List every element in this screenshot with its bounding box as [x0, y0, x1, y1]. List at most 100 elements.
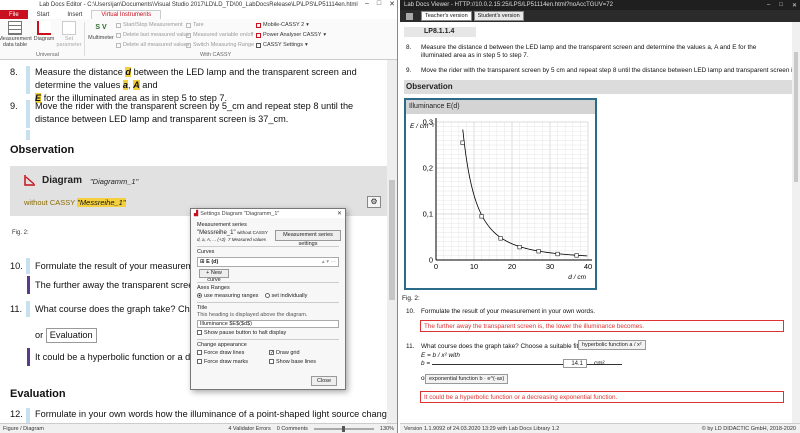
step-9: 9. Move the rider with the transparent s…	[0, 100, 387, 128]
measurement-data-table-button[interactable]: Measurement data table	[0, 21, 32, 48]
hyperbolic-fit-button[interactable]: hyperbolic function a / x²	[578, 340, 646, 350]
cassy-icon	[256, 32, 261, 38]
x-tick-label: 20	[508, 262, 516, 271]
status-breadcrumb: Figure / Diagram	[3, 425, 44, 432]
expand-icon[interactable]: ⊞	[200, 259, 205, 265]
minimize-icon[interactable]: –	[365, 0, 369, 8]
diagram-settings-button[interactable]: ⚙	[367, 196, 381, 208]
step-11-answer-box[interactable]: It could be a hyperbolic function or a d…	[420, 391, 784, 403]
change-appearance-label: Change appearance	[197, 342, 247, 348]
curve-list-item[interactable]: ⊞ E (d) ▴ ▾ ⋯	[197, 257, 339, 267]
x-axis-label: d / cm	[568, 274, 586, 281]
show-pause-checkbox[interactable]: Show pause button to halt display	[197, 330, 339, 336]
paragraph-bar	[26, 130, 30, 140]
close-icon[interactable]: ✕	[337, 210, 342, 217]
data-point	[574, 253, 579, 258]
exponential-fit-button[interactable]: exponential function b · e^(-ax)	[425, 374, 509, 384]
chevron-down-icon: ▾	[323, 32, 327, 38]
multimeter-button[interactable]: S V Multimeter	[88, 21, 114, 41]
mobile-cassy-dropdown[interactable]: Mobile-CASSY 2 ▾	[256, 22, 309, 28]
paragraph-bar	[26, 408, 30, 423]
delete-all-values[interactable]: Delete all measured values	[116, 42, 189, 48]
teacher-version-tab[interactable]: Teacher's version	[421, 11, 472, 21]
zoom-slider[interactable]	[313, 425, 374, 432]
zoom-knob[interactable]	[341, 425, 345, 432]
home-icon[interactable]	[406, 12, 413, 20]
step-12-text[interactable]: Formulate in your own words how the illu…	[35, 408, 387, 421]
measurement-series-settings-button[interactable]: Measurement series settings	[275, 230, 341, 247]
power-analyser-dropdown[interactable]: Power Analyser CASSY ▾	[256, 32, 326, 38]
tab-insert[interactable]: Insert	[58, 10, 91, 19]
set-parameter-button[interactable]: Set parameter	[56, 21, 82, 48]
data-point	[460, 140, 465, 145]
new-curve-button[interactable]: + New curve	[199, 269, 229, 283]
diagram-icon	[37, 21, 51, 35]
diagram-icon	[24, 175, 35, 186]
minimize-icon[interactable]: –	[767, 2, 770, 9]
scroll-thumb[interactable]	[794, 52, 798, 182]
b-value-field[interactable]: 14.1	[563, 359, 587, 368]
switch-range-button[interactable]: Switch Measuring Range	[186, 42, 254, 48]
close-button[interactable]: Close	[311, 376, 337, 386]
start-stop-measurement[interactable]: Start/Stop Measurement	[116, 22, 183, 28]
illuminance-chart[interactable]: Illuminance E(d) 0 10 20 30 40 0 0,1 0,2 0,3 E / …	[404, 98, 597, 290]
maximize-icon[interactable]: □	[779, 2, 783, 9]
step-9-text[interactable]: Move the rider with the transparent scre…	[35, 100, 383, 126]
data-point	[555, 251, 560, 257]
curve-move-controls[interactable]: ▴ ▾ ⋯	[322, 258, 336, 267]
diagram-button[interactable]: Diagram	[33, 21, 55, 42]
draw-grid-checkbox[interactable]: Draw grid	[269, 350, 339, 356]
title-input[interactable]: Illuminance $E$($d$)	[197, 320, 339, 328]
validator-errors[interactable]: 4 Validator Errors	[228, 426, 270, 432]
measured-variable-toggle[interactable]: Measured variable on/off	[186, 32, 253, 38]
figure-caption[interactable]: Fig. 2:	[12, 230, 29, 236]
step-10-answer-box[interactable]: The further away the transparent screen …	[420, 320, 784, 332]
chart-plot[interactable]: 0 10 20 30 4000,10,20,3E / cm⁻²d / cm	[406, 114, 595, 288]
y-tick-label: 0,2	[423, 164, 433, 173]
tab-file[interactable]: File	[0, 10, 28, 19]
set-individually-radio[interactable]: set individually	[264, 293, 307, 299]
editor-statusbar: Figure / Diagram 4 Validator Errors 0 Co…	[0, 423, 397, 433]
clock-icon	[116, 22, 121, 28]
cassy-settings-dropdown[interactable]: CASSY Settings ▾	[256, 42, 308, 48]
chart-title: Illuminance E(d)	[406, 100, 595, 114]
paragraph-bar	[26, 301, 30, 317]
window-controls: – □ ✕	[365, 0, 395, 8]
viewer-observation-heading: Observation	[404, 80, 792, 94]
show-base-lines-checkbox[interactable]: Show base lines	[269, 359, 339, 365]
comments-count[interactable]: 0 Comments	[277, 426, 308, 432]
paragraph-bar	[26, 66, 30, 94]
viewer-scrollbar[interactable]	[792, 22, 800, 423]
observation-heading[interactable]: Observation	[10, 144, 74, 156]
student-version-tab[interactable]: Student's version	[473, 11, 524, 21]
settings-diagram-dialog: ▟ Settings Diagram "Diagramm_1" ✕ Measur…	[190, 208, 346, 390]
paragraph-bar	[26, 258, 30, 274]
diagram-source: without CASSY "Messreihe_1"	[24, 198, 126, 207]
viewer-window: Lab Docs Viewer - HTTP://10.0.2.15:25/LP…	[400, 0, 800, 433]
tab-virtual-instruments[interactable]: Virtual Instruments	[91, 10, 162, 19]
tare-button[interactable]: Tare	[186, 22, 204, 28]
evaluation-heading[interactable]: Evaluation	[10, 388, 66, 400]
ribbon-tabs: File Start Insert Virtual Instruments	[0, 10, 397, 19]
x-tick-label: 40	[584, 262, 592, 271]
cassy-icon	[256, 22, 261, 28]
title-hint: This heading is displayed above the diag…	[197, 312, 308, 318]
tab-start[interactable]: Start	[28, 10, 59, 19]
ribbon-separator	[84, 22, 85, 56]
fit-formula: E = b / x² with	[421, 352, 460, 359]
maximize-icon[interactable]: □	[377, 0, 381, 8]
close-icon[interactable]: ✕	[389, 0, 395, 8]
scroll-thumb[interactable]	[389, 180, 395, 300]
group-universal: Universal	[36, 52, 59, 58]
evaluation-field[interactable]: Evaluation	[45, 328, 97, 343]
viewer-document: LP8.1.1.4 8. Measure the distance d betw…	[400, 22, 792, 423]
variable-icon	[186, 32, 191, 38]
copyright: © by LD DIDACTIC GmbH, 2018-2020	[701, 425, 796, 432]
use-ranges-radio[interactable]: use measuring ranges	[197, 293, 258, 299]
delete-last-value[interactable]: Delete last measured value	[116, 32, 190, 38]
y-axis-label: E / cm⁻²	[410, 123, 435, 130]
editor-scrollbar[interactable]	[387, 60, 397, 423]
viewer-step-9: 9. Move the rider with the transparent s…	[406, 67, 792, 74]
viewer-statusbar: Version 1.1.9092 of 24.03.2020 13:29 wit…	[400, 423, 800, 433]
close-icon[interactable]: ✕	[792, 2, 797, 9]
